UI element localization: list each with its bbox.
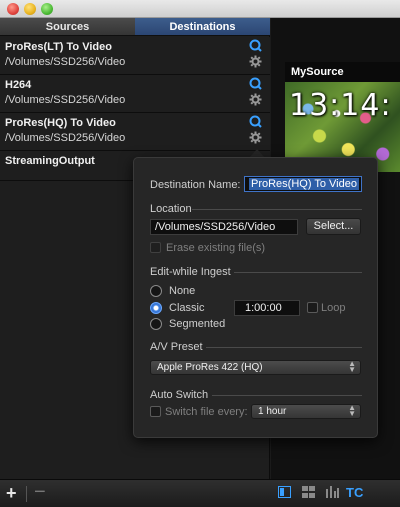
gear-icon[interactable] xyxy=(249,131,262,144)
remove-destination-button[interactable]: − xyxy=(34,482,46,502)
window-titlebar xyxy=(0,0,400,18)
select-location-button[interactable]: Select... xyxy=(306,218,361,235)
destination-name: ProRes(LT) To Video xyxy=(5,41,112,53)
radio-classic[interactable] xyxy=(150,302,162,314)
destination-settings-popover: Destination Name: ProRes(HQ) To Video Lo… xyxy=(133,157,378,438)
destination-name-field[interactable]: ProRes(HQ) To Video xyxy=(244,176,362,192)
quicktime-icon[interactable] xyxy=(249,77,262,90)
radio-none-label: None xyxy=(169,285,196,297)
tab-destinations[interactable]: Destinations xyxy=(135,18,270,35)
location-label: Location xyxy=(150,203,192,215)
zoom-window-button[interactable] xyxy=(41,3,53,15)
destination-name: ProRes(HQ) To Video xyxy=(5,117,116,129)
destination-item[interactable]: ProRes(LT) To Video /Volumes/SSD256/Vide… xyxy=(0,37,270,75)
section-divider xyxy=(192,209,362,210)
destination-path: /Volumes/SSD256/Video xyxy=(5,132,126,144)
edit-while-ingest-label: Edit-while Ingest xyxy=(150,266,231,278)
grid-view-icon[interactable] xyxy=(302,486,315,498)
destination-name: H264 xyxy=(5,79,32,91)
radio-classic-label: Classic xyxy=(169,302,205,314)
updown-arrows-icon: ▲ ▼ xyxy=(348,403,356,418)
erase-files-label: Erase existing file(s) xyxy=(166,242,266,254)
gear-icon[interactable] xyxy=(249,93,262,106)
single-view-icon[interactable] xyxy=(278,486,291,498)
audio-meters-icon[interactable] xyxy=(326,486,339,498)
bottom-toolbar: + − TC xyxy=(0,479,400,507)
gear-icon[interactable] xyxy=(249,55,262,68)
timecode-toggle-button[interactable]: TC xyxy=(346,485,363,500)
toolbar-divider xyxy=(26,486,27,502)
quicktime-icon[interactable] xyxy=(249,39,262,52)
tab-sources[interactable]: Sources xyxy=(0,18,135,35)
switch-file-checkbox[interactable] xyxy=(150,406,161,417)
erase-files-checkbox[interactable] xyxy=(150,242,161,253)
add-destination-button[interactable]: + xyxy=(6,484,17,502)
switch-interval-value: 1 hour xyxy=(258,406,287,417)
section-divider xyxy=(206,347,362,348)
auto-switch-label: Auto Switch xyxy=(150,389,209,401)
close-window-button[interactable] xyxy=(7,3,19,15)
duration-field[interactable]: 1:00:00 xyxy=(234,300,300,316)
destination-name-value: ProRes(HQ) To Video xyxy=(249,178,359,190)
destination-name: StreamingOutput xyxy=(5,155,95,167)
destination-item[interactable]: H264 /Volumes/SSD256/Video xyxy=(0,75,270,113)
loop-label: Loop xyxy=(321,302,346,314)
av-preset-value: Apple ProRes 422 (HQ) xyxy=(157,362,263,373)
updown-arrows-icon: ▲ ▼ xyxy=(348,359,356,374)
av-preset-label: A/V Preset xyxy=(150,341,203,353)
destination-path: /Volumes/SSD256/Video xyxy=(5,56,126,68)
destination-name-label: Destination Name: xyxy=(150,179,241,191)
radio-segmented-label: Segmented xyxy=(169,318,226,330)
av-preset-select[interactable]: Apple ProRes 422 (HQ) ▲ ▼ xyxy=(150,360,361,375)
radio-segmented[interactable] xyxy=(150,318,162,330)
location-field[interactable]: /Volumes/SSD256/Video xyxy=(150,219,298,235)
switch-interval-select[interactable]: 1 hour ▲ ▼ xyxy=(251,404,361,419)
section-divider xyxy=(234,272,362,273)
section-divider xyxy=(212,395,362,396)
tab-bar: Sources Destinations xyxy=(0,18,270,36)
minimize-window-button[interactable] xyxy=(24,3,36,15)
destination-item[interactable]: ProRes(HQ) To Video /Volumes/SSD256/Vide… xyxy=(0,113,270,151)
destination-path: /Volumes/SSD256/Video xyxy=(5,94,126,106)
source-name: MySource xyxy=(291,66,344,78)
timecode-overlay: 13:14: xyxy=(289,88,392,123)
source-title-bar: MySource xyxy=(285,62,400,82)
loop-checkbox[interactable] xyxy=(307,302,318,313)
quicktime-icon[interactable] xyxy=(249,115,262,128)
radio-none[interactable] xyxy=(150,285,162,297)
switch-file-label: Switch file every: xyxy=(165,406,248,418)
